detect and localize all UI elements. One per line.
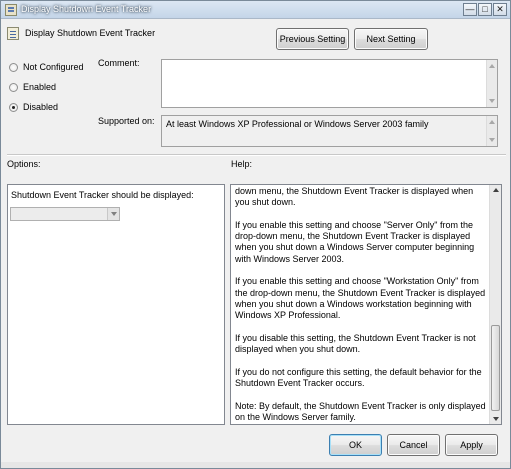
scrollbar-thumb[interactable] bbox=[491, 325, 500, 411]
policy-title: Display Shutdown Event Tracker bbox=[25, 28, 156, 38]
scroll-up-icon[interactable] bbox=[489, 64, 495, 68]
radio-enabled[interactable]: Enabled bbox=[9, 81, 56, 93]
policy-icon bbox=[5, 4, 17, 16]
radio-label: Not Configured bbox=[23, 62, 84, 72]
display-option-label: Shutdown Event Tracker should be display… bbox=[11, 190, 194, 200]
radio-disabled[interactable]: Disabled bbox=[9, 101, 58, 113]
window-title: Display Shutdown Event Tracker bbox=[21, 4, 152, 14]
chevron-down-icon[interactable] bbox=[107, 208, 119, 220]
help-text: down menu, the Shutdown Event Tracker is… bbox=[235, 186, 489, 424]
supported-on-label: Supported on: bbox=[98, 116, 155, 126]
title-bar[interactable]: Display Shutdown Event Tracker — □ ✕ bbox=[1, 1, 510, 19]
radio-label: Enabled bbox=[23, 82, 57, 92]
previous-setting-button[interactable]: Previous Setting bbox=[276, 28, 349, 50]
radio-label: Disabled bbox=[23, 102, 59, 112]
supported-on-field: At least Windows XP Professional or Wind… bbox=[161, 115, 498, 147]
radio-not-configured[interactable]: Not Configured bbox=[9, 61, 84, 73]
scroll-up-icon[interactable] bbox=[493, 188, 499, 192]
scroll-down-icon[interactable] bbox=[489, 99, 495, 103]
help-paragraph: If you enable this setting and choose "W… bbox=[235, 276, 486, 321]
scroll-down-icon[interactable] bbox=[493, 417, 499, 421]
help-paragraph: If you enable this setting and choose "S… bbox=[235, 219, 475, 264]
help-paragraph: If you do not configure this setting, th… bbox=[235, 366, 482, 389]
policy-dialog-window: Display Shutdown Event Tracker — □ ✕ Dis… bbox=[0, 0, 511, 469]
next-setting-button[interactable]: Next Setting bbox=[354, 28, 428, 50]
scroll-up-icon[interactable] bbox=[489, 120, 495, 124]
help-paragraph: If you disable this setting, the Shutdow… bbox=[235, 332, 476, 355]
cancel-button[interactable]: Cancel bbox=[387, 434, 440, 456]
comment-textarea[interactable] bbox=[161, 59, 498, 108]
section-divider bbox=[7, 154, 506, 156]
policy-setting-icon bbox=[7, 27, 19, 40]
options-heading: Options: bbox=[7, 159, 41, 169]
help-heading: Help: bbox=[231, 159, 253, 169]
help-scrollbar[interactable] bbox=[489, 185, 501, 424]
ok-button[interactable]: OK bbox=[329, 434, 382, 456]
comment-label: Comment: bbox=[98, 58, 140, 68]
comment-scrollbar[interactable] bbox=[486, 60, 497, 107]
supported-scrollbar[interactable] bbox=[486, 116, 497, 146]
minimize-button[interactable]: — bbox=[463, 3, 477, 16]
help-paragraph: Note: By default, the Shutdown Event Tra… bbox=[235, 400, 486, 422]
radio-button-selected[interactable] bbox=[9, 102, 18, 112]
radio-button[interactable] bbox=[9, 62, 18, 72]
maximize-button[interactable]: □ bbox=[478, 3, 492, 16]
display-option-dropdown[interactable] bbox=[10, 207, 120, 221]
close-button[interactable]: ✕ bbox=[493, 3, 507, 16]
bottom-edge bbox=[1, 462, 510, 468]
help-paragraph: down menu, the Shutdown Event Tracker is… bbox=[235, 186, 474, 208]
apply-button[interactable]: Apply bbox=[445, 434, 498, 456]
scroll-down-icon[interactable] bbox=[489, 138, 495, 142]
help-panel: down menu, the Shutdown Event Tracker is… bbox=[230, 184, 502, 425]
options-panel: Shutdown Event Tracker should be display… bbox=[7, 184, 225, 425]
radio-button[interactable] bbox=[9, 82, 18, 92]
supported-on-value: At least Windows XP Professional or Wind… bbox=[166, 119, 429, 129]
